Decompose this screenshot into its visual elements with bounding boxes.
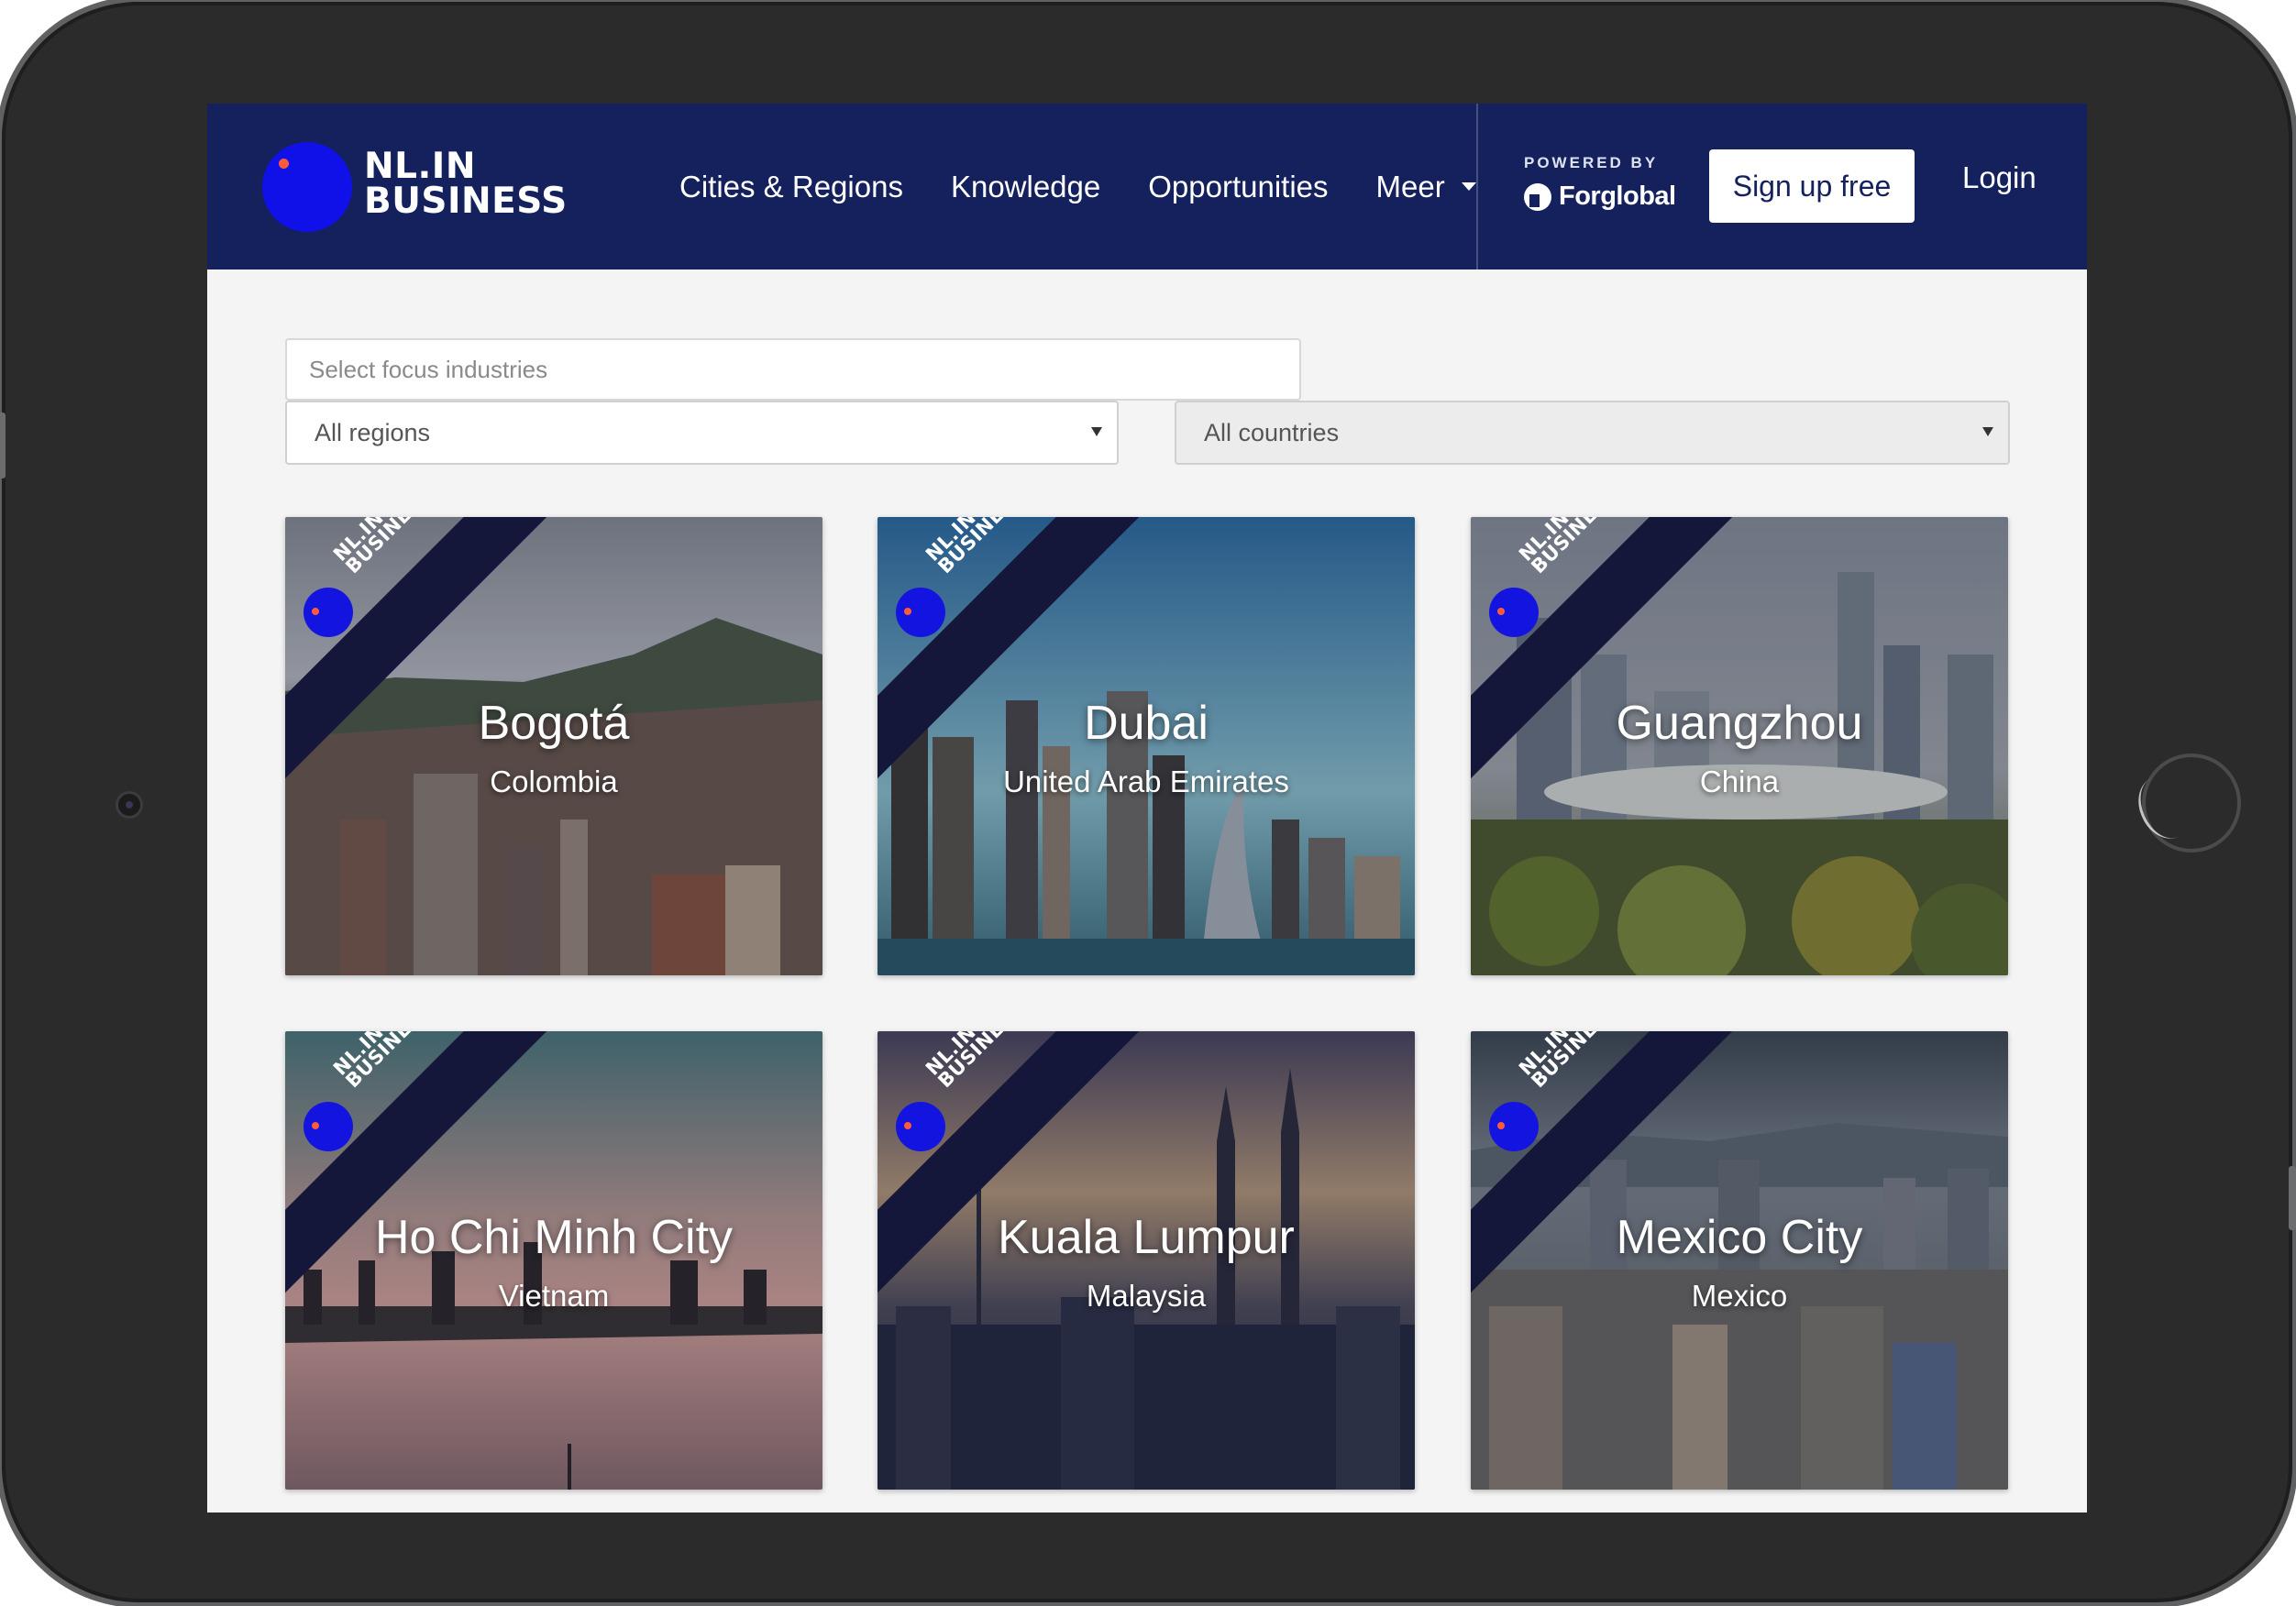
screen: NL.IN BUSINESS Cities & Regions Knowledg… <box>207 104 2087 1512</box>
logo-circle-icon <box>262 142 352 232</box>
login-link[interactable]: Login <box>1962 160 2037 195</box>
badge-dot-icon <box>1497 1122 1505 1129</box>
country-name: China <box>1699 764 1780 798</box>
logo-dot-icon <box>279 159 289 169</box>
nav-meer-label: Meer <box>1375 169 1445 204</box>
nav-opportunities[interactable]: Opportunities <box>1148 170 1328 204</box>
city-card-kuala-lumpur[interactable]: NL.IN BUSINESS Kuala Lumpur Malaysia <box>878 1031 1415 1490</box>
navbar: NL.IN BUSINESS Cities & Regions Knowledg… <box>207 104 2087 270</box>
logo-line-2: BUSINESS <box>364 181 568 222</box>
nav-knowledge[interactable]: Knowledge <box>951 170 1100 204</box>
city-name: Ho Chi Minh City <box>374 1211 734 1264</box>
city-card-mexico-city[interactable]: NL.IN BUSINESS Mexico City Mexico <box>1471 1031 2008 1490</box>
city-card-ho-chi-minh-city[interactable]: NL.IN BUSINESS Ho Chi Minh City Vietnam <box>285 1031 822 1490</box>
badge-circle-icon <box>1489 1102 1539 1151</box>
regions-select[interactable]: All regions <box>285 401 1119 465</box>
regions-select-value: All regions <box>315 418 431 446</box>
volume-button <box>0 412 6 478</box>
forglobal-name: Forglobal <box>1559 182 1676 211</box>
city-card-guangzhou[interactable]: NL.IN BUSINESS Guangzhou China <box>1471 517 2008 975</box>
front-camera <box>116 791 143 819</box>
power-button <box>2289 1166 2296 1230</box>
country-name: Colombia <box>490 764 618 798</box>
home-button[interactable] <box>2142 754 2241 852</box>
badge-dot-icon <box>1497 608 1505 615</box>
countries-select-value: All countries <box>1204 418 1340 446</box>
countries-select[interactable]: All countries <box>1175 401 2010 465</box>
badge-dot-icon <box>312 1122 319 1129</box>
country-name: Malaysia <box>1086 1279 1207 1313</box>
tablet-frame: NL.IN BUSINESS Cities & Regions Knowledg… <box>0 2 2296 1602</box>
badge-circle-icon <box>896 1102 945 1151</box>
nav-meer-dropdown[interactable]: Meer <box>1376 170 1476 204</box>
nav-divider <box>1476 104 1478 270</box>
dropdown-arrow-icon <box>1091 427 1102 436</box>
badge-circle-icon <box>1489 588 1539 637</box>
city-card-bogota[interactable]: NL.IN BUSINESS Bogotá Colombia <box>285 517 822 975</box>
city-name: Bogotá <box>478 697 630 750</box>
powered-by[interactable]: POWERED BY Forglobal <box>1524 154 1676 212</box>
badge-circle-icon <box>304 1102 353 1151</box>
city-name: Mexico City <box>1616 1211 1863 1264</box>
city-card-dubai[interactable]: NL.IN BUSINESS Dubai United Arab Emirate… <box>878 517 1415 975</box>
sign-up-button[interactable]: Sign up free <box>1709 149 1915 223</box>
forglobal-logo-icon <box>1524 182 1551 211</box>
country-name: Vietnam <box>498 1279 610 1313</box>
badge-dot-icon <box>312 608 319 615</box>
site-logo[interactable]: NL.IN BUSINESS <box>262 142 567 234</box>
nav-cities-regions[interactable]: Cities & Regions <box>679 170 903 204</box>
city-name: Kuala Lumpur <box>998 1211 1295 1264</box>
logo-text: NL.IN BUSINESS <box>364 146 568 222</box>
powered-by-label: POWERED BY <box>1524 154 1659 171</box>
badge-dot-icon <box>904 1122 911 1129</box>
focus-industries-input[interactable] <box>285 338 1301 401</box>
city-name: Guangzhou <box>1616 697 1863 750</box>
main-nav: Cities & Regions Knowledge Opportunities… <box>679 104 1524 270</box>
logo-line-1: NL.IN <box>364 146 476 187</box>
forglobal-brand: Forglobal <box>1524 182 1676 212</box>
dropdown-arrow-icon <box>1982 427 1993 436</box>
country-name: United Arab Emirates <box>1003 764 1289 798</box>
badge-dot-icon <box>904 608 911 615</box>
country-name: Mexico <box>1691 1279 1788 1313</box>
caret-down-icon <box>1461 182 1476 191</box>
badge-circle-icon <box>896 588 945 637</box>
badge-circle-icon <box>304 588 353 637</box>
city-name: Dubai <box>1084 697 1209 750</box>
